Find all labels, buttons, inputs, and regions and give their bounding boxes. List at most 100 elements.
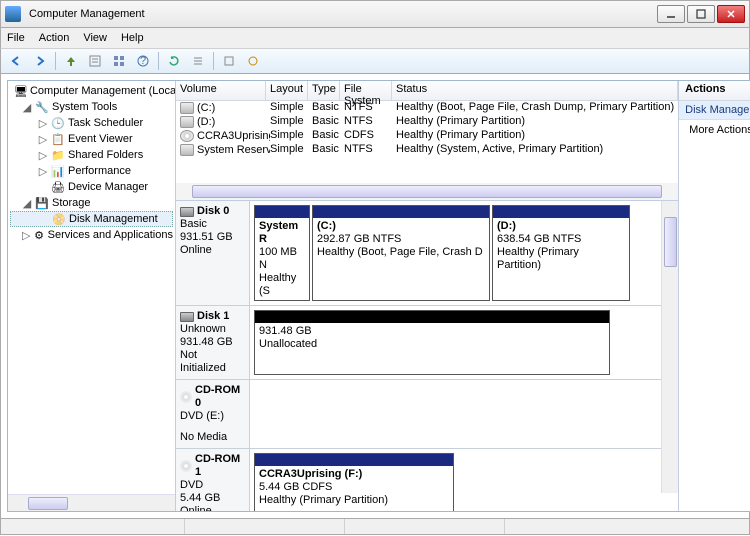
disk-vscrollbar[interactable] [661, 201, 678, 493]
drive-icon [180, 116, 194, 128]
expand-icon[interactable]: ◢ [22, 101, 32, 114]
status-bar [0, 519, 750, 535]
volume-row[interactable]: System ReservedSimpleBasicNTFSHealthy (S… [176, 143, 678, 157]
partition-bar [493, 206, 629, 218]
disk-state: No Media [180, 431, 245, 444]
clock-icon: 🕒 [50, 116, 66, 130]
col-volume[interactable]: Volume [176, 81, 266, 100]
actions-section-label: Disk Management [685, 104, 750, 116]
tree-device-manager[interactable]: 🖨Device Manager [10, 179, 173, 195]
partition-size: 931.48 GB [259, 325, 605, 338]
disk-label[interactable]: Disk 1Unknown931.48 GBNot Initialized [176, 306, 250, 379]
partition[interactable]: System R100 MB NHealthy (S [254, 205, 310, 301]
disk-kind: Unknown [180, 323, 245, 336]
expand-icon[interactable]: ◢ [22, 197, 32, 210]
disk-partitions: CCRA3Uprising (F:)5.44 GB CDFSHealthy (P… [250, 449, 661, 511]
drive-icon [180, 102, 194, 114]
volume-fs: NTFS [344, 101, 396, 115]
nav-tree[interactable]: 🖥Computer Management (Local ◢🔧System Too… [8, 81, 175, 494]
partition-status: Healthy (Primary Partition) [259, 494, 449, 507]
col-status[interactable]: Status [392, 81, 678, 100]
volume-type: Basic [312, 143, 344, 157]
volume-layout: Simple [270, 129, 312, 143]
settings-button[interactable] [218, 51, 240, 71]
tree-hscrollbar[interactable] [8, 494, 175, 511]
tree-label: Disk Management [69, 213, 158, 225]
scrollbar-thumb[interactable] [28, 497, 68, 510]
tree-shared-folders[interactable]: ▷📁Shared Folders [10, 147, 173, 163]
expand-icon[interactable]: ▷ [38, 117, 48, 130]
disk-name: CD-ROM 1 [195, 453, 245, 479]
volume-hscrollbar[interactable] [176, 183, 678, 200]
properties-button[interactable] [84, 51, 106, 71]
expand-icon[interactable]: ▷ [38, 165, 48, 178]
tree-label: System Tools [52, 101, 117, 113]
actions-header: Actions [679, 81, 750, 101]
partition[interactable]: CCRA3Uprising (F:)5.44 GB CDFSHealthy (P… [254, 453, 454, 511]
volume-row[interactable]: (C:)SimpleBasicNTFSHealthy (Boot, Page F… [176, 101, 678, 115]
disk-map: Disk 0Basic931.51 GBOnlineSystem R100 MB… [176, 201, 678, 511]
tree-task-scheduler[interactable]: ▷🕒Task Scheduler [10, 115, 173, 131]
col-type[interactable]: Type [308, 81, 340, 100]
menu-view[interactable]: View [83, 32, 107, 44]
center-content: Volume Layout Type File System Status (C… [176, 81, 679, 511]
disk-size: 5.44 GB [180, 492, 245, 505]
menu-action[interactable]: Action [39, 32, 70, 44]
back-button[interactable] [5, 51, 27, 71]
scrollbar-thumb[interactable] [664, 217, 677, 267]
tree-label: Performance [68, 165, 131, 177]
volume-fs: NTFS [344, 143, 396, 157]
tree-event-viewer[interactable]: ▷📋Event Viewer [10, 131, 173, 147]
scrollbar-thumb[interactable] [192, 185, 662, 198]
col-layout[interactable]: Layout [266, 81, 308, 100]
up-button[interactable] [60, 51, 82, 71]
menu-help[interactable]: Help [121, 32, 144, 44]
help-button[interactable]: ? [132, 51, 154, 71]
window-title: Computer Management [25, 8, 657, 20]
disk-name: Disk 0 [197, 205, 229, 218]
disk-icon [180, 207, 194, 217]
folder-icon: 📁 [50, 148, 66, 162]
tree-performance[interactable]: ▷📊Performance [10, 163, 173, 179]
tree-label: Task Scheduler [68, 117, 143, 129]
close-button[interactable] [717, 5, 745, 23]
cd-icon [180, 391, 192, 403]
maximize-button[interactable] [687, 5, 715, 23]
tree-services[interactable]: ▷⚙Services and Applications [10, 227, 173, 243]
partition-size: 292.87 GB NTFS [317, 233, 485, 246]
disk-kind: DVD (E:) [180, 410, 245, 423]
app-icon [5, 6, 21, 22]
volume-row[interactable]: (D:)SimpleBasicNTFSHealthy (Primary Part… [176, 115, 678, 129]
extra-button[interactable] [242, 51, 264, 71]
more-actions[interactable]: More Actions [679, 120, 750, 140]
partition[interactable]: (C:)292.87 GB NTFSHealthy (Boot, Page Fi… [312, 205, 490, 301]
refresh-button[interactable] [163, 51, 185, 71]
expand-icon[interactable]: ▷ [38, 149, 48, 162]
expand-icon[interactable]: ▷ [38, 133, 48, 146]
minimize-button[interactable] [657, 5, 685, 23]
disk-state: Online [180, 505, 245, 511]
disk-label[interactable]: Disk 0Basic931.51 GBOnline [176, 201, 250, 305]
tree-disk-management[interactable]: 📀Disk Management [10, 211, 173, 227]
partition[interactable]: (D:)638.54 GB NTFSHealthy (Primary Parti… [492, 205, 630, 301]
col-filesystem[interactable]: File System [340, 81, 392, 100]
forward-button[interactable] [29, 51, 51, 71]
partition[interactable]: 931.48 GBUnallocated [254, 310, 610, 375]
volume-fs: NTFS [344, 115, 396, 129]
list-button[interactable] [187, 51, 209, 71]
title-bar: Computer Management [0, 0, 750, 28]
menu-file[interactable]: File [7, 32, 25, 44]
cd-icon [180, 460, 192, 472]
view-button[interactable] [108, 51, 130, 71]
volume-header: Volume Layout Type File System Status [176, 81, 678, 101]
actions-section[interactable]: Disk Management [679, 101, 750, 120]
disk-label[interactable]: CD-ROM 1DVD5.44 GBOnline [176, 449, 250, 511]
tree-storage[interactable]: ◢💾Storage [10, 195, 173, 211]
volume-row[interactable]: CCRA3Uprising (F:)SimpleBasicCDFSHealthy… [176, 129, 678, 143]
expand-icon[interactable]: ▷ [22, 229, 30, 242]
tree-root[interactable]: 🖥Computer Management (Local [10, 83, 173, 99]
disk-label[interactable]: CD-ROM 0DVD (E:)No Media [176, 380, 250, 448]
tree-system-tools[interactable]: ◢🔧System Tools [10, 99, 173, 115]
disk-size: 931.48 GB [180, 336, 245, 349]
tree-panel: 🖥Computer Management (Local ◢🔧System Too… [8, 81, 176, 511]
